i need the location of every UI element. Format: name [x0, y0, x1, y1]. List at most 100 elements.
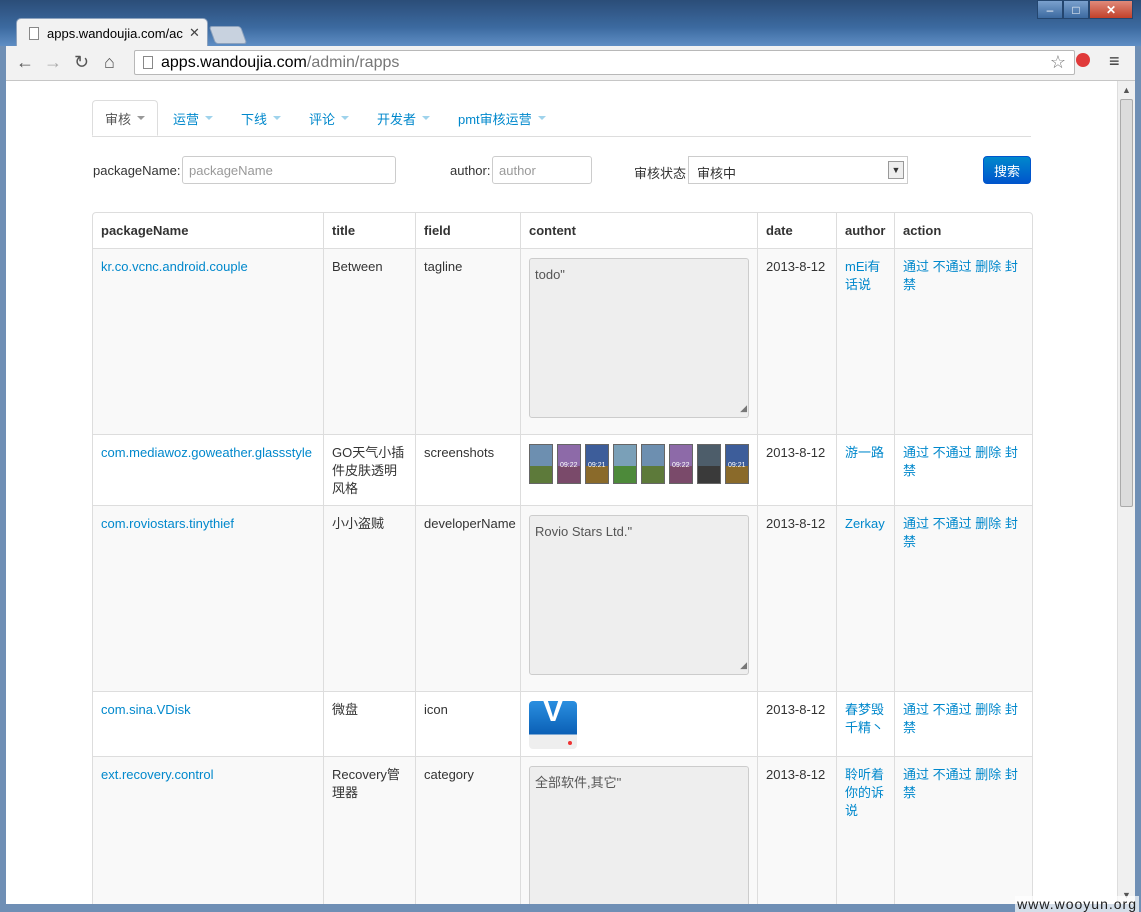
screenshot-thumbnail[interactable]: 09:22: [669, 444, 693, 484]
tab-comments[interactable]: 评论: [309, 100, 350, 136]
page-icon: [29, 27, 39, 40]
package-link[interactable]: ext.recovery.control: [101, 767, 213, 782]
screenshot-thumbnail[interactable]: [529, 444, 553, 484]
forward-icon[interactable]: →: [44, 52, 62, 73]
thumbnail-clock: 09:21: [588, 462, 606, 469]
tab-offline[interactable]: 下线: [241, 100, 282, 136]
reload-icon[interactable]: ↻: [74, 52, 89, 73]
tab-review[interactable]: 审核: [92, 100, 158, 136]
author-link[interactable]: 游一路: [845, 445, 884, 460]
vertical-scrollbar[interactable]: ▲ ▼: [1117, 81, 1135, 904]
back-icon[interactable]: ←: [16, 52, 34, 73]
browser-toolbar: ← → ↻ ⌂ apps.wandoujia.com/admin/rapps ☆…: [6, 46, 1135, 81]
thumbnail-sky: [642, 445, 664, 466]
thumbnail-ground: [698, 465, 720, 483]
table-row: com.sina.VDisk 微盘 icon V 2013-8-12 春梦毁千精…: [93, 691, 1032, 756]
thumbnail-clock: 09:22: [672, 462, 690, 469]
field-cell: screenshots: [415, 434, 520, 505]
content-textarea[interactable]: Rovio Stars Ltd." ◢: [529, 515, 749, 675]
menu-icon[interactable]: ≡: [1109, 51, 1120, 72]
tab-label: pmt审核运营: [458, 111, 532, 127]
tab-pmt-review[interactable]: pmt审核运营: [458, 100, 546, 136]
screenshot-thumbnails: 09:22 09:21 09:22 09:21: [529, 444, 749, 484]
screenshot-thumbnail[interactable]: [697, 444, 721, 484]
package-link[interactable]: kr.co.vcnc.android.couple: [101, 259, 248, 274]
content-textarea[interactable]: 全部软件,其它"◢: [529, 766, 749, 904]
address-bar[interactable]: apps.wandoujia.com/admin/rapps ☆: [134, 50, 1075, 75]
action-links[interactable]: 通过 不通过 删除 封禁: [894, 691, 1032, 756]
action-links[interactable]: 通过 不通过 删除 封禁: [894, 248, 1032, 434]
resize-grip-icon[interactable]: ◢: [740, 656, 747, 674]
title-cell: 微盘: [323, 691, 415, 756]
chevron-down-icon: [341, 116, 350, 120]
screenshot-thumbnail[interactable]: [613, 444, 637, 484]
bookmark-star-icon[interactable]: ☆: [1050, 52, 1066, 73]
watermark: www.wooyun.org: [1015, 896, 1139, 912]
review-table: packageName title field content date aut…: [92, 212, 1033, 904]
page-info-icon: [143, 56, 153, 69]
maximize-button[interactable]: □: [1063, 0, 1089, 19]
package-link[interactable]: com.roviostars.tinythief: [101, 516, 234, 531]
app-icon-dot: [568, 741, 572, 745]
date-cell: 2013-8-12: [757, 248, 836, 434]
scroll-up-icon[interactable]: ▲: [1122, 85, 1131, 95]
column-header: action: [894, 213, 1032, 248]
action-links[interactable]: 通过 不通过 删除 封禁: [894, 434, 1032, 505]
tab-label: 开发者: [377, 111, 417, 127]
scrollbar-thumb[interactable]: [1120, 99, 1133, 507]
screenshot-thumbnail[interactable]: 09:21: [585, 444, 609, 484]
tab-label: 下线: [241, 111, 268, 127]
url-text: apps.wandoujia.com/admin/rapps: [161, 54, 399, 72]
extension-icon[interactable]: [1076, 53, 1090, 67]
home-icon[interactable]: ⌂: [104, 52, 115, 73]
app-icon-vdisk: V: [529, 697, 577, 749]
close-tab-icon[interactable]: ✕: [189, 25, 200, 41]
tab-operations[interactable]: 运营: [173, 100, 214, 136]
resize-grip-icon[interactable]: ◢: [740, 399, 747, 417]
url-path: /admin/rapps: [306, 54, 400, 71]
author-link[interactable]: 聆听着你的诉说: [845, 767, 884, 818]
thumbnail-sky: [614, 445, 636, 466]
thumbnail-clock: 09:21: [728, 462, 746, 469]
chevron-down-icon: [422, 116, 431, 120]
dropdown-arrow-icon[interactable]: ▼: [888, 161, 904, 179]
content-textarea[interactable]: todo" ◢: [529, 258, 749, 418]
author-link[interactable]: mEi有话说: [845, 259, 880, 292]
tab-label: 审核: [105, 111, 132, 127]
screenshot-thumbnail[interactable]: 09:22: [557, 444, 581, 484]
content-text: 全部软件,其它": [535, 775, 622, 790]
date-cell: 2013-8-12: [757, 505, 836, 691]
author-link[interactable]: Zerkay: [845, 516, 885, 531]
chevron-down-icon: [137, 116, 146, 120]
package-link[interactable]: com.mediawoz.goweather.glassstyle: [101, 445, 312, 460]
title-cell: Between: [323, 248, 415, 434]
package-link[interactable]: com.sina.VDisk: [101, 702, 191, 717]
date-cell: 2013-8-12: [757, 434, 836, 505]
title-bar: apps.wandoujia.com/ac ✕ – □ ✕: [0, 0, 1141, 48]
thumbnail-ground: [614, 465, 636, 483]
table-row: ext.recovery.control Recovery管理器 categor…: [93, 756, 1032, 904]
thumbnail-ground: [530, 465, 552, 483]
thumbnail-clock: 09:22: [560, 462, 578, 469]
column-header: author: [836, 213, 894, 248]
search-button[interactable]: 搜索: [983, 156, 1031, 184]
tab-developers[interactable]: 开发者: [377, 100, 431, 136]
title-cell: GO天气小插件皮肤透明风格: [323, 434, 415, 505]
new-tab-button[interactable]: [208, 26, 248, 44]
author-link[interactable]: 春梦毁千精丶: [845, 702, 884, 735]
status-select[interactable]: 审核中 ▼: [688, 156, 908, 184]
action-links[interactable]: 通过 不通过 删除 封禁: [894, 505, 1032, 691]
field-cell: developerName: [415, 505, 520, 691]
action-links[interactable]: 通过 不通过 删除 封禁: [894, 756, 1032, 904]
title-cell: Recovery管理器: [323, 756, 415, 904]
minimize-button[interactable]: –: [1037, 0, 1063, 19]
browser-tab[interactable]: apps.wandoujia.com/ac ✕: [16, 18, 208, 48]
screenshot-thumbnail[interactable]: 09:21: [725, 444, 749, 484]
package-name-input[interactable]: [182, 156, 396, 184]
author-input[interactable]: [492, 156, 592, 184]
tab-title: apps.wandoujia.com/ac: [47, 26, 183, 41]
field-cell: tagline: [415, 248, 520, 434]
window-bottom-border: [0, 904, 1141, 912]
screenshot-thumbnail[interactable]: [641, 444, 665, 484]
close-window-button[interactable]: ✕: [1089, 0, 1133, 19]
